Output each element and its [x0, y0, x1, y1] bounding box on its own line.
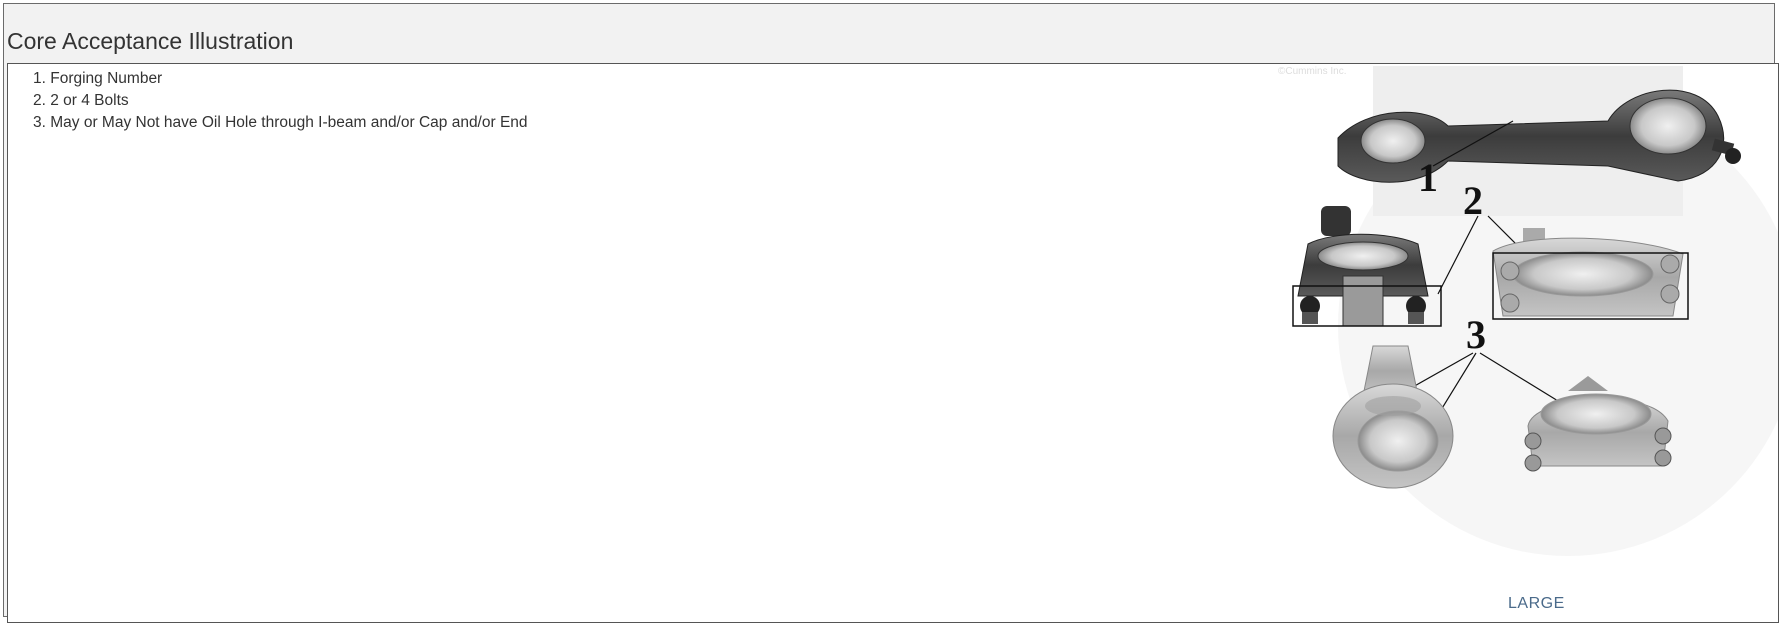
panel-title: Core Acceptance Illustration: [7, 28, 294, 54]
connecting-rod-illustration: ©Cummins Inc. 1 2 3: [1278, 66, 1778, 586]
panel: Core Acceptance Illustration 1. Forging …: [3, 3, 1779, 623]
callout-1: 1: [1418, 155, 1438, 200]
panel-content: 1. Forging Number 2. 2 or 4 Bolts 3. May…: [7, 63, 1779, 623]
acceptance-criteria-list: 1. Forging Number 2. 2 or 4 Bolts 3. May…: [33, 68, 528, 134]
callout-2: 2: [1463, 178, 1483, 223]
callout-3: 3: [1466, 312, 1486, 357]
list-item: 1. Forging Number: [33, 70, 163, 87]
illustration-svg: ©Cummins Inc. 1 2 3: [1278, 66, 1778, 556]
large-image-link[interactable]: LARGE: [1508, 595, 1565, 613]
list-item: 3. May or May Not have Oil Hole through …: [33, 114, 528, 131]
list-item: 2. 2 or 4 Bolts: [33, 92, 129, 109]
watermark-text: ©Cummins Inc.: [1278, 66, 1347, 77]
rod-top-image: [1337, 66, 1741, 216]
